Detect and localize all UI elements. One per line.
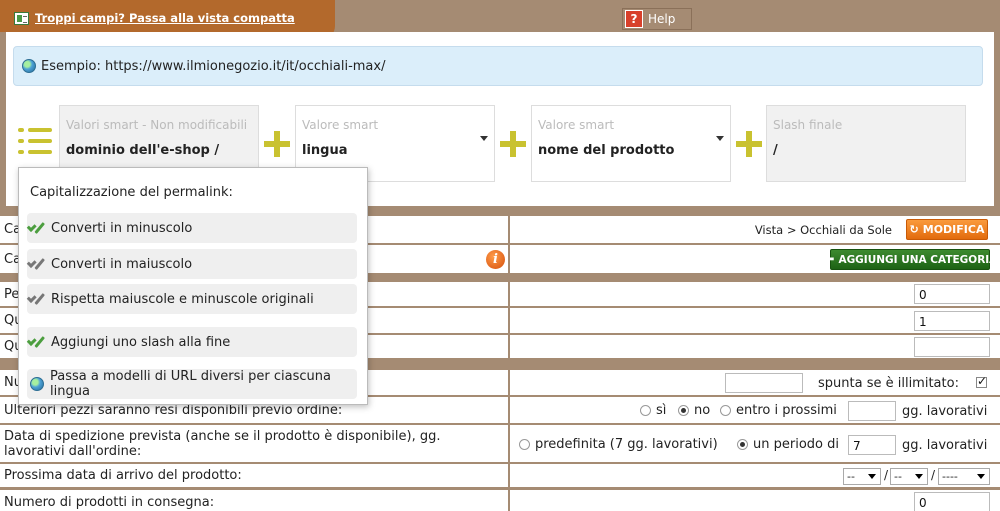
date-separator: /	[884, 468, 889, 482]
option-label: Passa a modelli di URL diversi per ciasc…	[50, 369, 331, 399]
help-button[interactable]: ? Help	[622, 8, 692, 30]
refresh-icon: ↻	[909, 223, 919, 236]
add-category-label: AGGIUNGI UNA CATEGORIA	[838, 253, 998, 266]
radio-circle	[678, 405, 689, 416]
plus-icon: ✚	[822, 251, 835, 268]
radio-periodo[interactable]: un periodo di	[737, 437, 839, 452]
row-label: Numero di prodotti in consegna:	[0, 490, 510, 511]
period-input[interactable]: 7	[848, 435, 896, 455]
consegna-input[interactable]: 0	[914, 492, 990, 511]
capitalization-popup: Capitalizzazione del permalink: Converti…	[18, 167, 368, 405]
option-label: Converti in maiuscolo	[51, 256, 193, 272]
breadcrumb: Vista > Occhiali da Sole	[754, 223, 892, 237]
segment-placeholder: Valore smart	[302, 118, 379, 132]
example-bar: Esempio: https://www.ilmionegozio.it/it/…	[13, 46, 983, 86]
radio-si[interactable]: sì	[640, 403, 666, 418]
option-label: Aggiungi uno slash alla fine	[51, 334, 231, 350]
radio-no[interactable]: no	[678, 403, 710, 418]
popup-title: Capitalizzazione del permalink:	[30, 185, 233, 200]
plus-icon	[736, 131, 762, 157]
option-lowercase[interactable]: Converti in minuscolo	[27, 213, 357, 243]
radio-circle	[519, 439, 530, 450]
year-select[interactable]: ----	[938, 468, 990, 485]
option-original-case[interactable]: Rispetta maiuscole e minuscole originali	[27, 284, 357, 314]
row-label: Prossima data di arrivo del prodotto:	[0, 464, 510, 487]
compact-view-link[interactable]: Troppi campi? Passa alla vista compatta	[14, 11, 295, 25]
qu2-input[interactable]	[914, 337, 990, 357]
radio-label: entro i prossimi	[736, 403, 837, 418]
radio-circle	[720, 405, 731, 416]
spedizione-row: Data di spedizione prevista (anche se il…	[0, 425, 1000, 464]
segment-value: dominio dell'e-shop /	[66, 143, 220, 158]
modifica-button[interactable]: ↻ MODIFICA	[906, 219, 988, 240]
segment-placeholder: Valore smart	[538, 118, 615, 132]
add-category-button[interactable]: ✚ AGGIUNGI UNA CATEGORIA	[823, 249, 997, 270]
radio-entro[interactable]: entro i prossimi	[720, 403, 837, 418]
unit-label: gg. lavorativi	[902, 404, 988, 419]
chevron-down-icon	[716, 136, 724, 141]
segment-value: /	[773, 143, 778, 158]
arrivo-row: Prossima data di arrivo del prodotto: --…	[0, 464, 1000, 489]
qu1-input[interactable]: 1	[914, 311, 990, 331]
example-text: Esempio: https://www.ilmionegozio.it/it/…	[41, 58, 386, 74]
spreadsheet-icon	[14, 11, 29, 25]
plus-icon	[500, 131, 526, 157]
pe-input[interactable]: 0	[914, 284, 990, 304]
plus-icon	[264, 131, 290, 157]
modifica-label: MODIFICA	[922, 223, 985, 236]
info-icon[interactable]: i	[486, 250, 505, 269]
checkmark-icon	[30, 221, 45, 235]
segment-placeholder: Valori smart - Non modificabili	[66, 118, 248, 132]
help-label: Help	[648, 12, 676, 26]
days-input[interactable]	[848, 401, 896, 421]
compact-view-label: Troppi campi? Passa alla vista compatta	[35, 11, 295, 25]
day-select[interactable]: --	[843, 468, 881, 485]
radio-label: no	[694, 403, 711, 418]
chevron-down-icon	[480, 136, 488, 141]
radio-label: predefinita (7 gg. lavorativi)	[535, 437, 718, 452]
radio-circle	[640, 405, 651, 416]
globe-icon	[22, 59, 36, 73]
radio-predefinita[interactable]: predefinita (7 gg. lavorativi)	[519, 437, 718, 452]
option-label: Rispetta maiuscole e minuscole originali	[51, 291, 314, 307]
segment-trailing-slash: Slash finale /	[766, 105, 966, 182]
unlimited-label: spunta se è illimitato:	[818, 376, 959, 391]
segment-value: lingua	[302, 143, 348, 158]
option-uppercase[interactable]: Converti in maiuscolo	[27, 249, 357, 279]
segment-product-name-select[interactable]: Valore smart nome del prodotto	[531, 105, 731, 182]
option-label: Converti in minuscolo	[51, 220, 193, 236]
radio-circle	[737, 439, 748, 450]
radio-label: un periodo di	[753, 437, 839, 452]
option-per-language-urls[interactable]: Passa a modelli di URL diversi per ciasc…	[27, 369, 357, 399]
consegna-row: Numero di prodotti in consegna: 0	[0, 490, 1000, 511]
date-separator: /	[931, 468, 936, 482]
radio-label: sì	[656, 403, 667, 418]
month-select[interactable]: --	[890, 468, 928, 485]
help-icon: ?	[625, 10, 643, 28]
checkmark-icon	[30, 257, 45, 271]
checkmark-icon	[30, 335, 45, 349]
option-trailing-slash[interactable]: Aggiungi uno slash alla fine	[27, 327, 357, 357]
nu-input[interactable]	[725, 373, 803, 393]
globe-icon	[30, 377, 44, 391]
checkmark-icon	[30, 292, 45, 306]
unit-label: gg. lavorativi	[902, 438, 988, 453]
list-menu-icon[interactable]	[18, 127, 54, 157]
row-label: Data di spedizione prevista (anche se il…	[0, 425, 510, 462]
unlimited-checkbox[interactable]	[976, 374, 987, 388]
segment-value: nome del prodotto	[538, 143, 675, 158]
segment-placeholder: Slash finale	[773, 118, 843, 132]
